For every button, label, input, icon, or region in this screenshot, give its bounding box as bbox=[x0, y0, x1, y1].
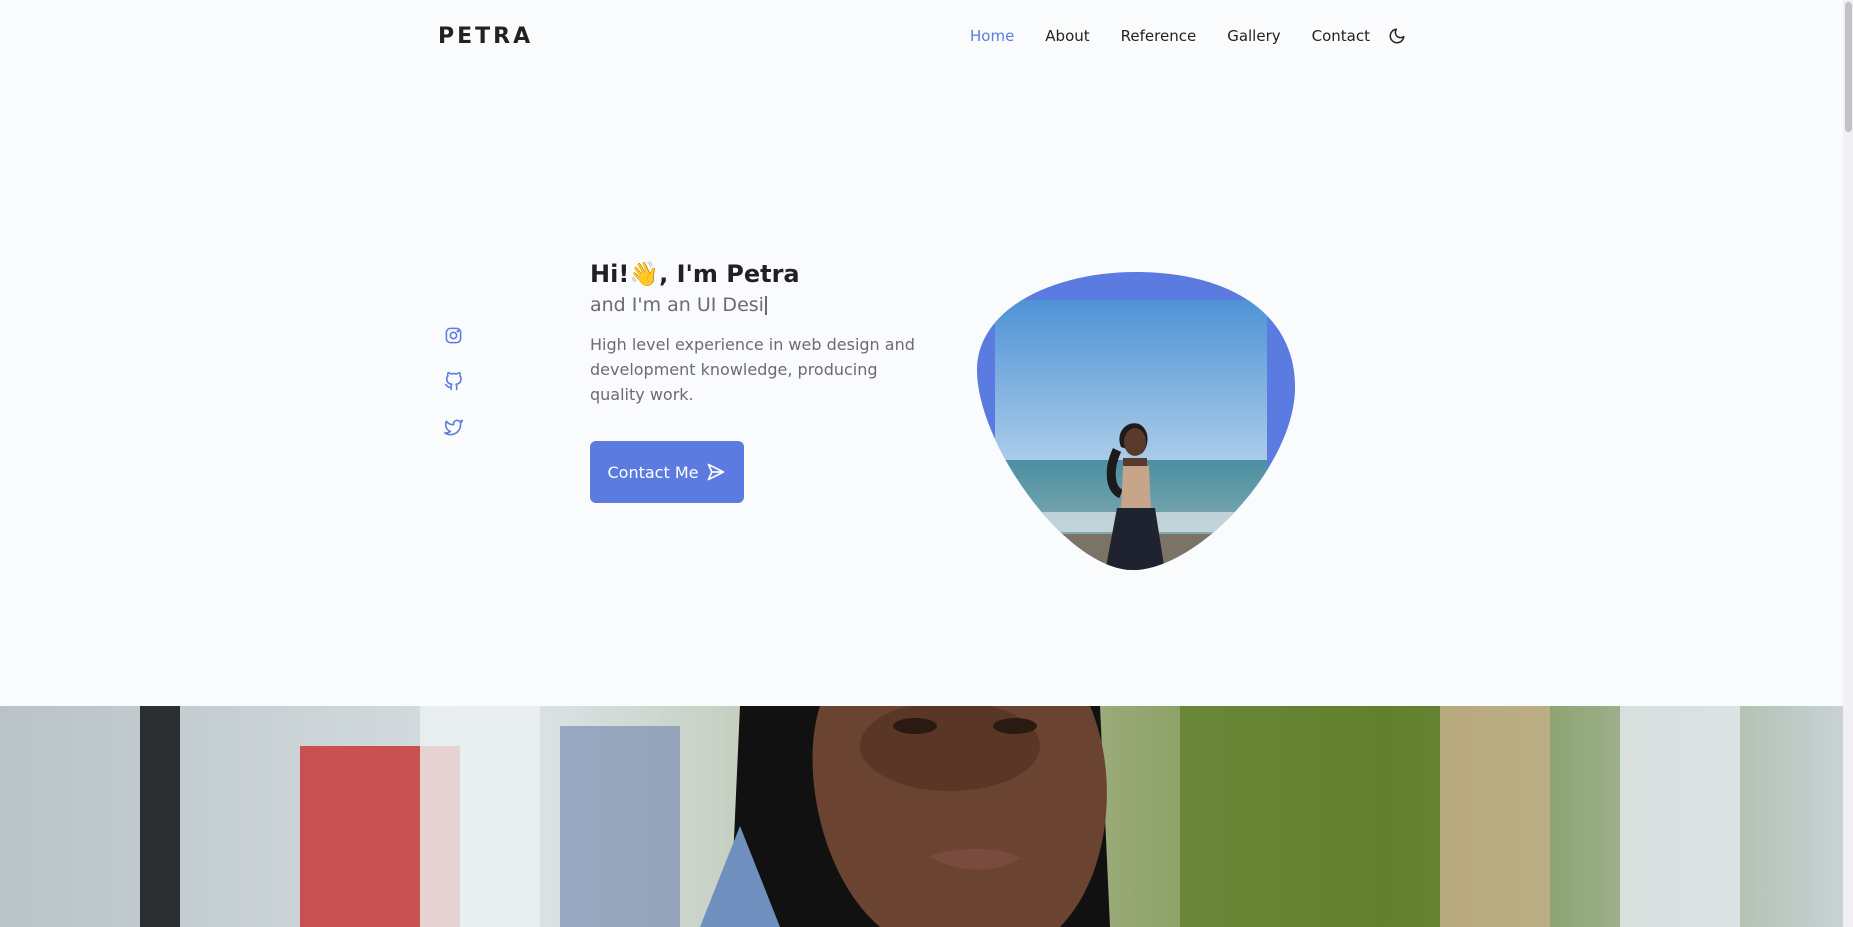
twitter-icon[interactable] bbox=[440, 414, 466, 440]
contact-me-button[interactable]: Contact Me bbox=[590, 441, 744, 503]
nav-home[interactable]: Home bbox=[970, 27, 1014, 45]
nav-about[interactable]: About bbox=[1045, 27, 1089, 45]
top-navbar: PETRA Home About Reference Gallery Conta… bbox=[438, 18, 1408, 54]
hero-description: High level experience in web design and … bbox=[590, 335, 915, 404]
main-nav: Home About Reference Gallery Contact bbox=[939, 25, 1408, 47]
nav-reference[interactable]: Reference bbox=[1121, 27, 1197, 45]
hero-profile-photo bbox=[977, 272, 1296, 570]
profile-banner-photo bbox=[0, 706, 1843, 927]
nav-gallery[interactable]: Gallery bbox=[1227, 27, 1280, 45]
send-icon bbox=[708, 463, 725, 481]
typing-cursor bbox=[764, 296, 767, 315]
instagram-icon[interactable] bbox=[440, 322, 466, 348]
social-links bbox=[440, 322, 466, 460]
github-icon[interactable] bbox=[440, 368, 466, 394]
typed-text: and I'm an UI Desi bbox=[590, 294, 764, 316]
scrollbar-thumb[interactable] bbox=[1845, 2, 1852, 132]
contact-me-label: Contact Me bbox=[607, 462, 699, 482]
moon-icon[interactable] bbox=[1386, 25, 1408, 47]
hero-title: Hi!👋, I'm Petra bbox=[590, 260, 800, 288]
hero-subtitle: and I'm an UI Desi bbox=[590, 292, 950, 318]
nav-contact[interactable]: Contact bbox=[1312, 27, 1370, 45]
hero-intro: Hi!👋, I'm Petra and I'm an UI Desi High … bbox=[590, 256, 950, 503]
site-logo[interactable]: PETRA bbox=[438, 24, 533, 49]
page-scrollbar[interactable] bbox=[1843, 0, 1853, 927]
